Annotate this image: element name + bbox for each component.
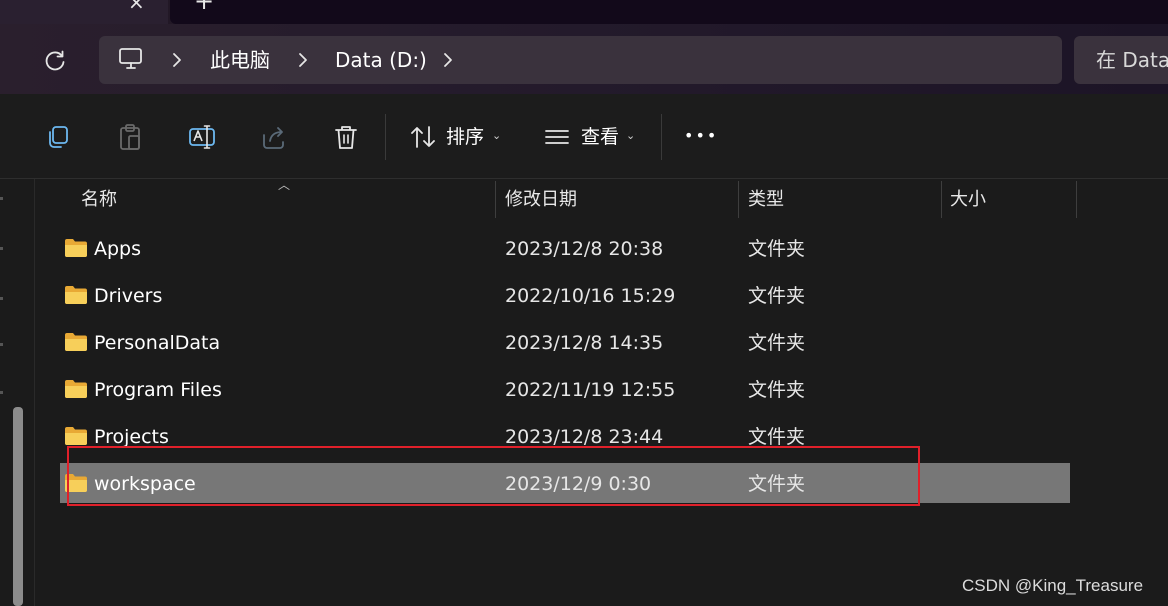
- chevron-right-icon[interactable]: [297, 50, 309, 70]
- column-header-size[interactable]: 大小: [950, 189, 986, 211]
- this-pc-icon[interactable]: [118, 47, 144, 71]
- more-icon[interactable]: •••: [684, 124, 718, 148]
- sort-indicator-icon: ︿: [278, 178, 291, 192]
- chevron-down-icon[interactable]: ⌄: [626, 129, 635, 142]
- column-divider[interactable]: [495, 181, 496, 218]
- column-divider[interactable]: [738, 181, 739, 218]
- folder-icon: [65, 286, 87, 304]
- folder-icon: [65, 380, 87, 398]
- nav-marker: [0, 391, 3, 394]
- close-tab-icon[interactable]: ×: [128, 0, 145, 12]
- new-tab-icon[interactable]: +: [194, 0, 214, 13]
- tab-strip: × +: [0, 0, 1168, 24]
- file-type: 文件夹: [748, 332, 806, 354]
- breadcrumb-this-pc[interactable]: 此电脑: [210, 47, 270, 73]
- chevron-right-icon[interactable]: [442, 50, 454, 70]
- sort-icon[interactable]: [409, 123, 437, 151]
- copy-icon[interactable]: [44, 123, 72, 151]
- watermark: CSDN @King_Treasure: [962, 576, 1144, 595]
- nav-marker: [0, 247, 3, 250]
- chevron-right-icon[interactable]: [171, 50, 183, 70]
- file-type: 文件夹: [748, 379, 806, 401]
- file-date: 2022/11/19 12:55: [505, 379, 676, 401]
- paste-icon[interactable]: [116, 123, 144, 151]
- view-button[interactable]: 查看: [581, 125, 619, 149]
- file-name[interactable]: Apps: [94, 237, 141, 261]
- scrollbar[interactable]: [13, 407, 23, 606]
- view-icon[interactable]: [543, 123, 571, 151]
- column-header-date[interactable]: 修改日期: [505, 189, 577, 211]
- rename-icon[interactable]: [188, 123, 216, 151]
- file-type: 文件夹: [748, 285, 806, 307]
- delete-icon[interactable]: [332, 123, 360, 151]
- column-divider[interactable]: [941, 181, 942, 218]
- sort-button[interactable]: 排序: [446, 125, 484, 149]
- nav-marker: [0, 297, 3, 300]
- chevron-down-icon[interactable]: ⌄: [492, 129, 501, 142]
- toolbar-separator: [661, 114, 662, 160]
- file-date: 2023/12/8 20:38: [505, 238, 664, 260]
- search-input[interactable]: 在 Data: [1096, 47, 1168, 73]
- file-date: 2023/12/8 14:35: [505, 332, 664, 354]
- nav-marker: [0, 343, 3, 346]
- file-name[interactable]: Program Files: [94, 378, 222, 402]
- folder-icon: [65, 427, 87, 445]
- refresh-icon[interactable]: [42, 48, 68, 74]
- column-divider[interactable]: [1076, 181, 1077, 218]
- tab-strip-background: [170, 0, 1168, 24]
- column-header-row: [36, 179, 1168, 219]
- breadcrumb-drive[interactable]: Data (D:): [335, 47, 427, 73]
- highlight-annotation-box: [67, 446, 920, 506]
- column-header-type[interactable]: 类型: [748, 189, 784, 211]
- share-icon[interactable]: [260, 123, 288, 151]
- column-header-name[interactable]: 名称: [81, 189, 117, 211]
- file-name[interactable]: PersonalData: [94, 331, 220, 355]
- nav-marker: [0, 197, 3, 200]
- file-type: 文件夹: [748, 238, 806, 260]
- file-name[interactable]: Drivers: [94, 284, 162, 308]
- toolbar-separator: [385, 114, 386, 160]
- folder-icon: [65, 239, 87, 257]
- file-date: 2022/10/16 15:29: [505, 285, 676, 307]
- folder-icon: [65, 333, 87, 351]
